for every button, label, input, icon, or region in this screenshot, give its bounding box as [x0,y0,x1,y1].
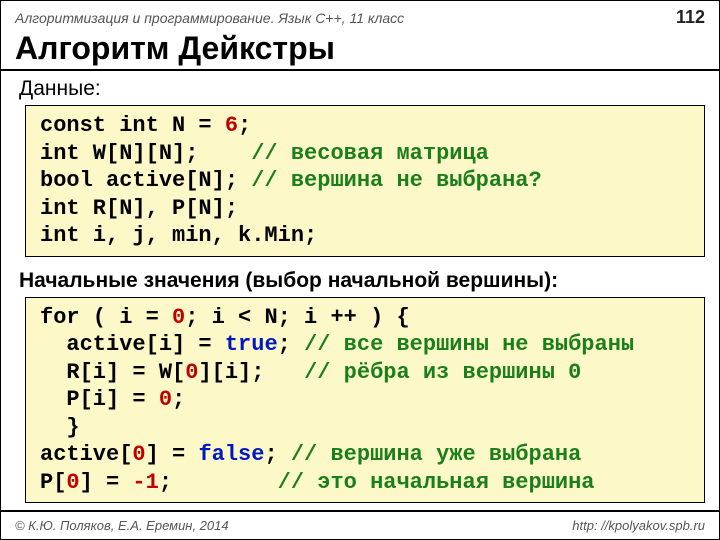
section-data-label: Данные: [1,71,719,103]
page-number: 112 [676,7,705,28]
footer-url: http: //kpolyakov.spb.ru [572,518,705,533]
course-title: Алгоритмизация и программирование. Язык … [15,10,404,26]
copyright-text: © К.Ю. Поляков, Е.А. Еремин, 2014 [15,518,229,533]
code-block-init: for ( i = 0; i < N; i ++ ) { active[i] =… [25,297,705,504]
code-block-data: const int N = 6; int W[N][N]; // весовая… [25,105,705,257]
section-init-label: Начальные значения (выбор начальной верш… [1,263,719,295]
slide-title: Алгоритм Дейкстры [1,30,719,71]
footer-bar: © К.Ю. Поляков, Е.А. Еремин, 2014 http: … [1,510,719,539]
header-bar: Алгоритмизация и программирование. Язык … [1,1,719,30]
